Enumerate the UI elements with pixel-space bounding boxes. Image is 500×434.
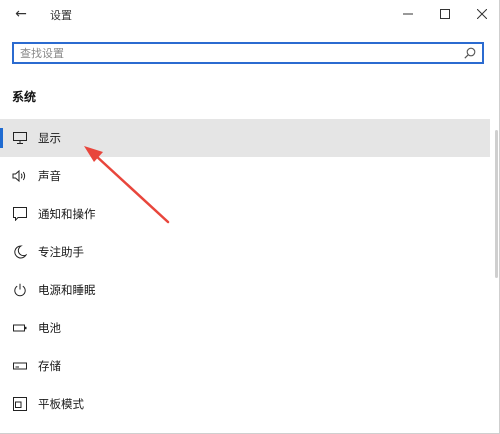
back-button[interactable]: ← — [10, 4, 32, 24]
settings-window: ← 设置 系统 — [0, 0, 500, 434]
search-icon[interactable] — [464, 47, 476, 59]
nav-item-label: 声音 — [38, 169, 61, 183]
nav-item-label: 专注助手 — [38, 245, 84, 259]
scrollbar-thumb[interactable] — [495, 130, 498, 278]
tablet-icon — [12, 396, 28, 412]
nav-item-notifications[interactable]: 通知和操作 — [0, 195, 490, 233]
nav-item-storage[interactable]: 存储 — [0, 347, 490, 385]
nav-item-power-sleep[interactable]: 电源和睡眠 — [0, 271, 490, 309]
nav-item-label: 电池 — [38, 321, 61, 335]
search-input[interactable] — [20, 45, 460, 61]
maximize-button[interactable] — [430, 3, 460, 25]
nav-item-label: 显示 — [38, 131, 61, 145]
speaker-icon — [12, 168, 28, 184]
close-icon — [477, 9, 487, 19]
nav-item-label: 电源和睡眠 — [38, 283, 96, 297]
nav-item-display[interactable]: 显示 — [0, 119, 490, 157]
minimize-icon — [403, 13, 413, 15]
moon-icon — [12, 244, 28, 260]
monitor-icon — [12, 130, 28, 146]
system-nav-list: 显示 声音 通知和操作 专注助手 电源和睡眠 电池 存储 平板模式 — [0, 119, 490, 423]
battery-icon — [12, 320, 28, 336]
section-heading: 系统 — [12, 90, 37, 104]
back-arrow-icon: ← — [15, 6, 27, 22]
nav-item-label: 存储 — [38, 359, 61, 373]
storage-icon — [12, 358, 28, 374]
notification-icon — [12, 206, 28, 222]
title-bar: ← 设置 — [0, 0, 499, 30]
window-title: 设置 — [50, 9, 72, 22]
nav-item-label: 通知和操作 — [38, 207, 96, 221]
minimize-button[interactable] — [393, 3, 423, 25]
search-box[interactable] — [12, 42, 484, 64]
power-icon — [12, 282, 28, 298]
maximize-icon — [440, 9, 450, 19]
nav-item-label: 平板模式 — [38, 397, 84, 411]
nav-item-sound[interactable]: 声音 — [0, 157, 490, 195]
nav-item-tablet-mode[interactable]: 平板模式 — [0, 385, 490, 423]
nav-item-battery[interactable]: 电池 — [0, 309, 490, 347]
nav-item-focus-assist[interactable]: 专注助手 — [0, 233, 490, 271]
close-button[interactable] — [467, 3, 497, 25]
